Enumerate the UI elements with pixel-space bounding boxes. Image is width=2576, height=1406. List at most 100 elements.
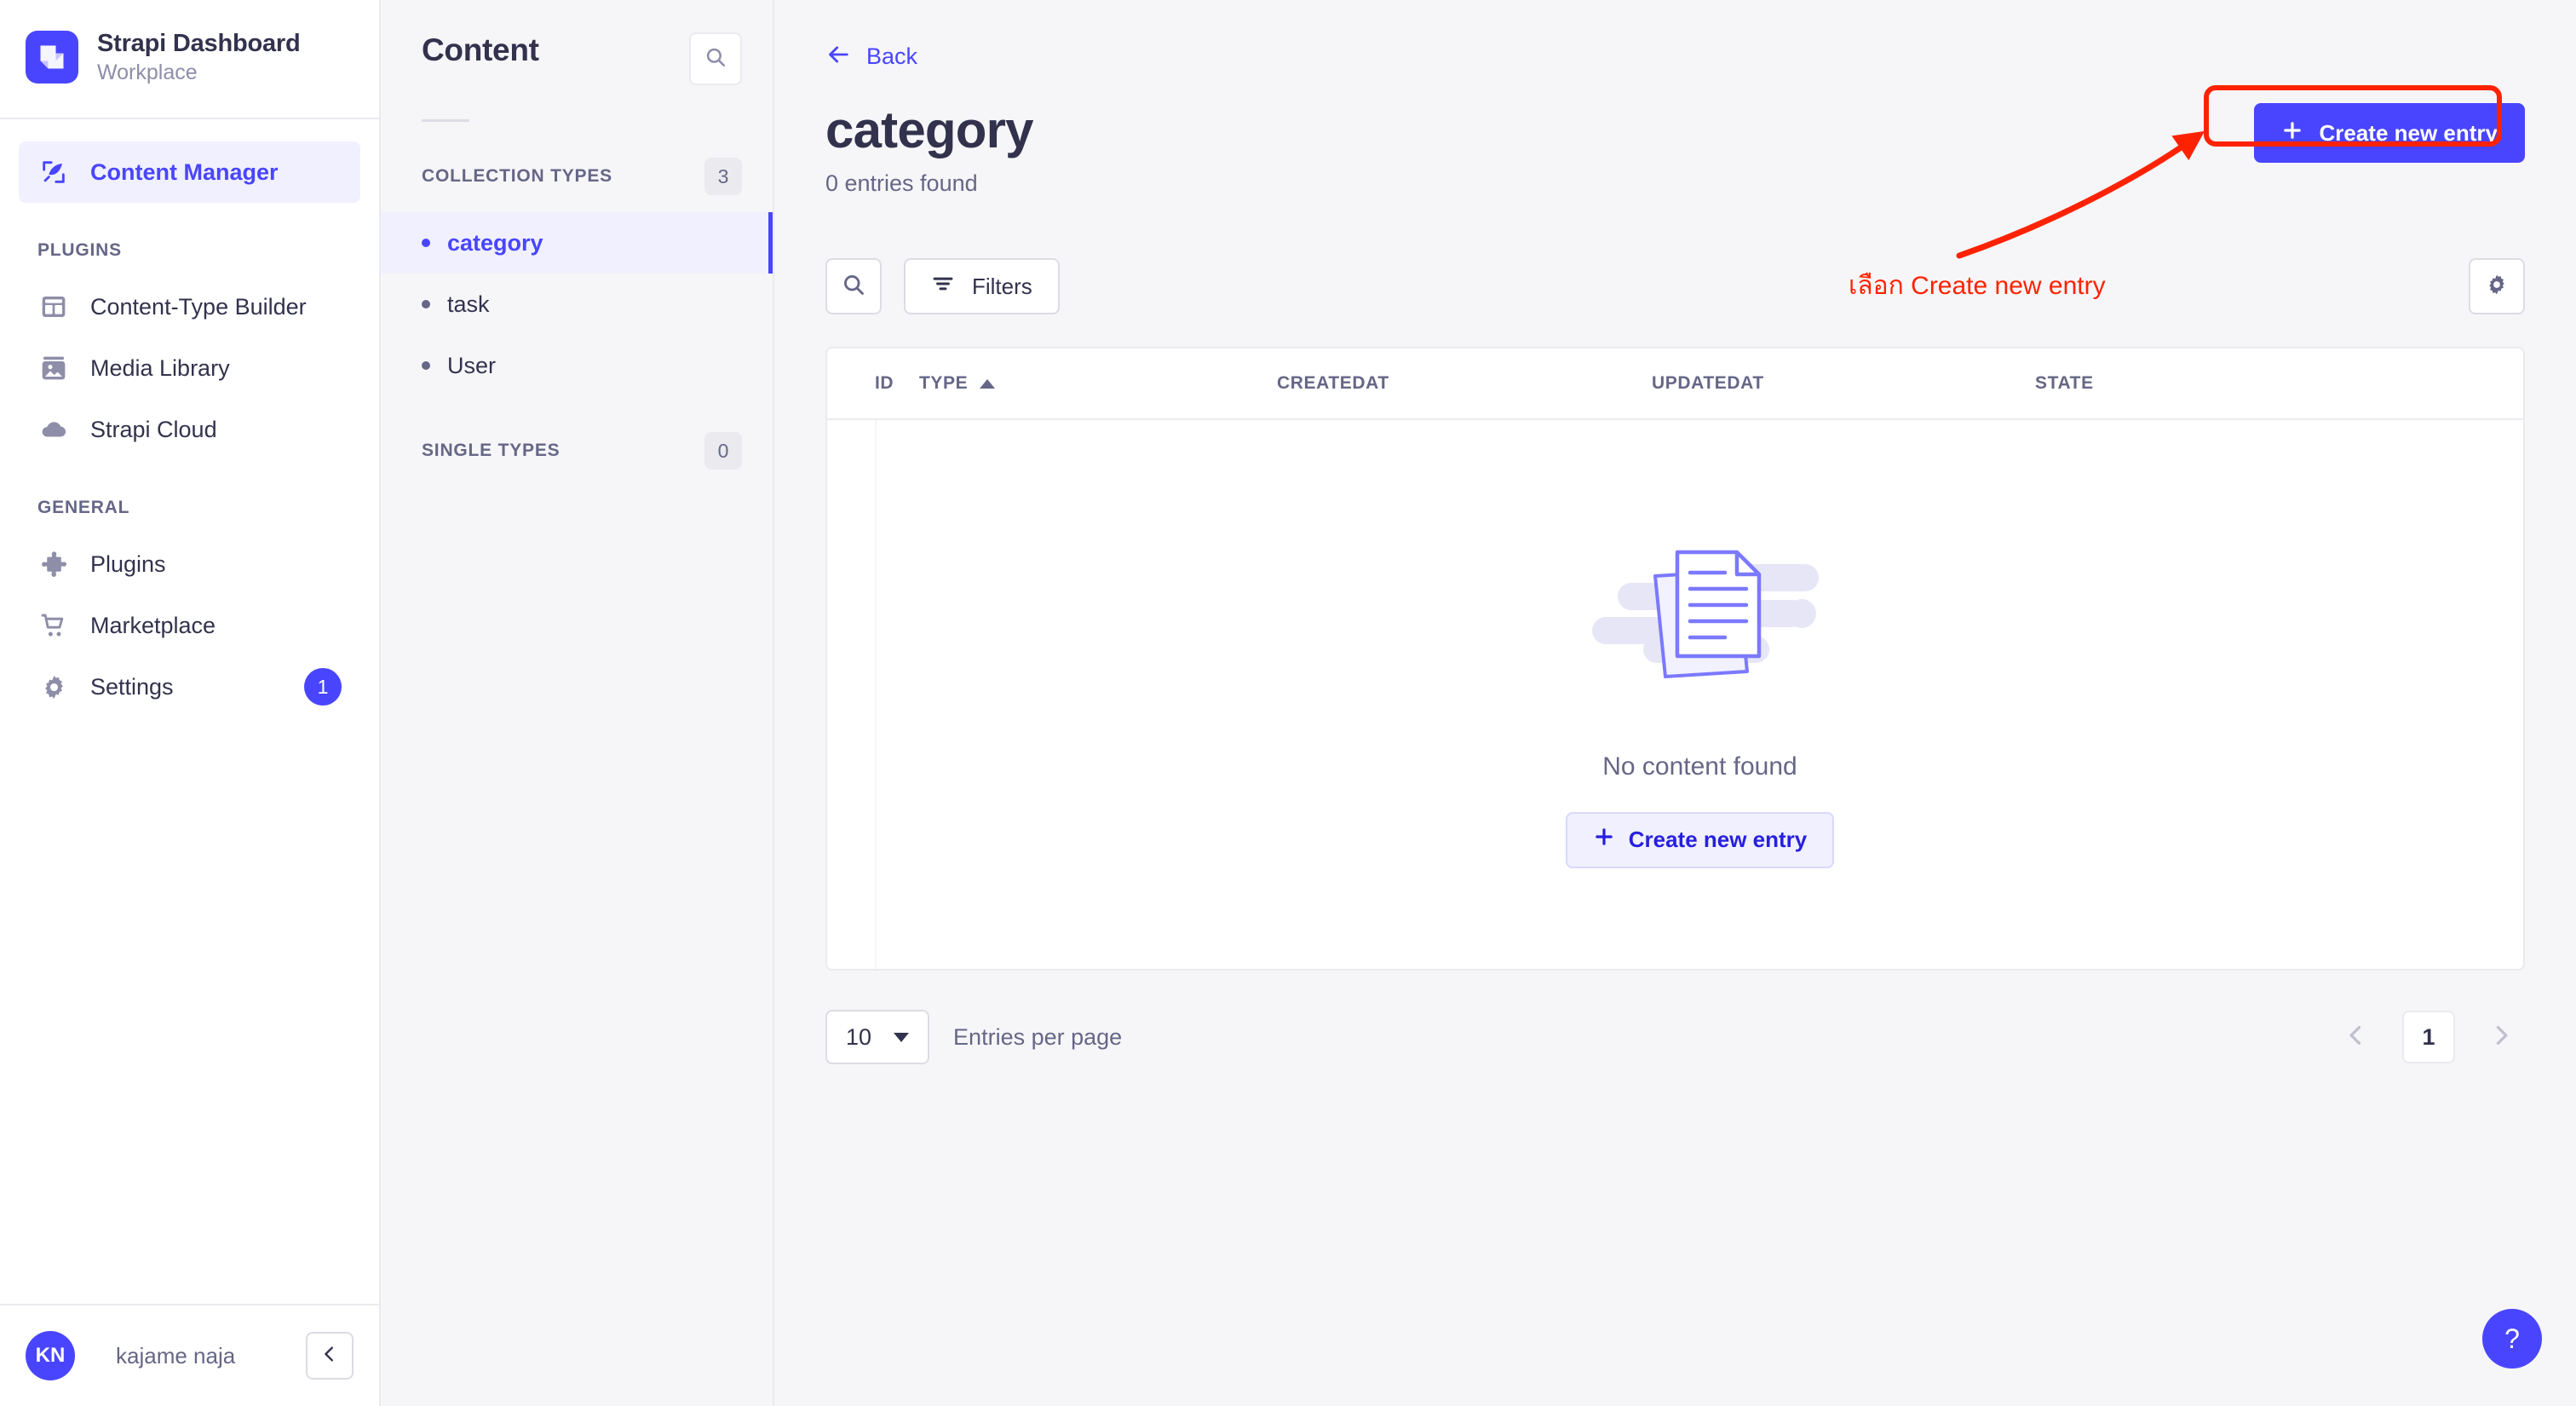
table-header-row: ID TYPE CREATEDAT UPDATEDAT STATE <box>827 349 2523 420</box>
main-content: Back category 0 entries found Create new… <box>774 0 2576 1406</box>
empty-state-create-label: Create new entry <box>1628 827 1808 852</box>
column-header-label: ID <box>875 373 894 393</box>
column-header-label: TYPE <box>919 373 969 393</box>
single-types-label: SINGLE TYPES <box>422 441 561 460</box>
strapi-logo-icon <box>26 31 78 84</box>
sidebar-item-label: Content-Type Builder <box>90 293 307 320</box>
list-item-label: task <box>447 291 490 317</box>
sidebar-collapse-button[interactable] <box>306 1332 354 1380</box>
list-item-label: category <box>447 229 543 256</box>
list-item-category[interactable]: category <box>381 212 773 274</box>
pagination-next-button[interactable] <box>2477 1013 2525 1061</box>
brand-subtitle: Workplace <box>97 60 198 84</box>
sidebar-item-plugins[interactable]: Plugins <box>19 533 360 595</box>
column-header-label: CREATEDAT <box>1277 373 1389 393</box>
collection-types-list: category task User <box>381 212 773 396</box>
sidebar-section-plugins-label: PLUGINS <box>37 240 122 260</box>
pagination-page-label: 1 <box>2422 1023 2435 1050</box>
create-new-entry-label: Create new entry <box>2319 119 2498 146</box>
pagination-previous-button[interactable] <box>2332 1013 2380 1061</box>
sidebar-section-general-label: GENERAL <box>37 498 130 517</box>
entries-per-page-label: Entries per page <box>953 1023 1123 1050</box>
page-title: category <box>825 101 1034 158</box>
plus-icon <box>1593 826 1615 854</box>
page-header: category 0 entries found Create new entr… <box>825 103 2525 197</box>
column-header-label: STATE <box>2035 373 2094 393</box>
entries-per-page-value: 10 <box>846 1023 872 1050</box>
collection-types-label: COLLECTION TYPES <box>422 166 612 186</box>
column-header-id[interactable]: ID <box>827 373 919 394</box>
sidebar-item-marketplace[interactable]: Marketplace <box>19 595 360 656</box>
back-label: Back <box>866 43 918 69</box>
sidebar-item-label: Media Library <box>90 354 230 381</box>
sidebar-item-content-type-builder[interactable]: Content-Type Builder <box>19 276 360 337</box>
brand-header[interactable]: Strapi Dashboard Workplace <box>0 0 379 119</box>
column-header-state[interactable]: STATE <box>2035 373 2523 394</box>
sidebar-footer: KN kajame naja <box>0 1304 379 1406</box>
gear-icon <box>37 671 70 703</box>
user-name: kajame naja <box>116 1342 236 1369</box>
content-list-panel: Content COLLECTION TYPES 3 category task… <box>381 0 774 1406</box>
sidebar-item-media-library[interactable]: Media Library <box>19 337 360 399</box>
annotation-callout-text: เลือก Create new entry <box>1849 272 2106 300</box>
sort-ascending-icon <box>980 378 996 389</box>
cloud-icon <box>37 413 70 446</box>
filters-button[interactable]: Filters <box>904 258 1060 314</box>
content-search-button[interactable] <box>689 32 742 85</box>
sidebar-nav: Content Manager PLUGINS Content-Type Bui… <box>0 119 379 1304</box>
documents-illustration <box>1577 521 1824 705</box>
app-root: Strapi Dashboard Workplace Content Manag… <box>0 0 2576 1406</box>
sidebar-item-settings[interactable]: Settings 1 <box>19 656 360 717</box>
image-icon <box>37 352 70 384</box>
table-settings-button[interactable] <box>2469 258 2525 314</box>
empty-state: No content found Create new entry <box>875 420 2523 969</box>
sidebar-item-label: Strapi Cloud <box>90 416 217 442</box>
content-panel-header: Content <box>381 0 773 85</box>
list-item-label: User <box>447 352 497 378</box>
entries-table: ID TYPE CREATEDAT UPDATEDAT STATE No con… <box>825 347 2525 971</box>
collection-types-header: COLLECTION TYPES 3 <box>381 158 773 195</box>
collection-types-count: 3 <box>704 158 742 195</box>
sidebar-item-content-manager[interactable]: Content Manager <box>19 141 360 203</box>
bullet-icon <box>422 300 430 308</box>
bullet-icon <box>422 239 430 247</box>
help-button[interactable]: ? <box>2482 1309 2542 1369</box>
sidebar-item-strapi-cloud[interactable]: Strapi Cloud <box>19 399 360 460</box>
search-icon <box>842 273 865 301</box>
filters-label: Filters <box>972 273 1032 299</box>
brand-title: Strapi Dashboard <box>97 29 301 57</box>
column-header-createdat[interactable]: CREATEDAT <box>1277 373 1652 394</box>
table-toolbar: Filters <box>825 258 2525 314</box>
sidebar-item-label: Plugins <box>90 550 166 577</box>
single-types-count: 0 <box>704 432 742 470</box>
layout-blocks-icon <box>37 291 70 323</box>
column-header-label: UPDATEDAT <box>1652 373 1764 393</box>
empty-state-create-button[interactable]: Create new entry <box>1565 811 1835 868</box>
table-search-button[interactable] <box>825 258 882 314</box>
column-header-type[interactable]: TYPE <box>919 373 1277 394</box>
create-new-entry-button[interactable]: Create new entry <box>2254 103 2525 163</box>
chevron-left-icon <box>2344 1023 2368 1052</box>
shopping-cart-icon <box>37 609 70 642</box>
avatar[interactable]: KN <box>26 1331 75 1380</box>
gear-icon <box>2485 273 2509 301</box>
plus-icon <box>2281 119 2303 147</box>
chevron-down-icon <box>894 1032 910 1042</box>
list-item-user[interactable]: User <box>381 335 773 396</box>
list-item-task[interactable]: task <box>381 274 773 335</box>
bullet-icon <box>422 361 430 370</box>
sidebar-item-label: Settings <box>90 673 174 700</box>
arrow-left-icon <box>825 43 853 71</box>
single-types-header: SINGLE TYPES 0 <box>381 432 773 470</box>
back-button[interactable]: Back <box>825 43 917 71</box>
column-header-updatedat[interactable]: UPDATEDAT <box>1652 373 2035 394</box>
filter-icon <box>931 272 955 302</box>
feather-pen-icon <box>37 156 70 188</box>
panel-divider <box>422 119 469 122</box>
entries-per-page-select[interactable]: 10 <box>825 1010 930 1064</box>
settings-badge: 1 <box>304 668 342 706</box>
sidebar-item-label: Marketplace <box>90 612 216 638</box>
pagination-page-1[interactable]: 1 <box>2402 1011 2455 1063</box>
entries-found-text: 0 entries found <box>825 170 978 196</box>
chevron-left-icon <box>320 1345 339 1368</box>
